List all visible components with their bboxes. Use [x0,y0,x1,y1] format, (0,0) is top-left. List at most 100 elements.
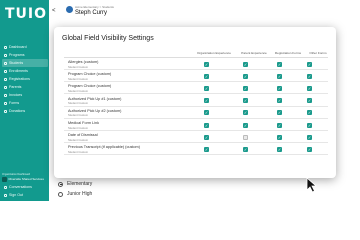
checkbox-checked[interactable]: ✓ [307,98,312,104]
checkbox-checked[interactable]: ✓ [277,134,282,140]
field-name: Authorized Pick Up #2 (custom) [68,108,122,113]
sidebar-item-label: Forms [9,101,20,105]
sidebar-item-dashboard[interactable]: Dashboard [2,43,48,51]
sidebar: TUIO Dashboard Programs Students Enrollm… [0,0,49,201]
sidebar-item-registrations[interactable]: Registrations [2,75,48,83]
radio-unselected-icon [58,191,63,197]
table-row: Date of DismissalStudent Custom ✓ ✓ ✓ ✓ [64,132,328,144]
checkbox-checked[interactable]: ✓ [204,73,209,79]
table-row: Program Choice (custom) Student Custom ✓ ✓ ✓… [64,71,328,83]
checkbox-checked[interactable]: ✓ [204,98,209,104]
sidebar-item-label: Sign Out [9,193,23,197]
checkbox-checked[interactable]: ✓ [243,110,248,116]
sidebar-nav: Dashboard Programs Students Enrollments … [2,43,48,115]
parents-icon [4,85,7,89]
checkbox-checked[interactable]: ✓ [243,61,248,67]
field-visibility-modal: Global Field Visibility Settings Organiz… [54,27,336,193]
sidebar-item-label: Students [9,61,24,65]
table-row: Authorized Pick Up #2 (custom) Student Cu… [64,108,328,119]
field-name: Program Choice (custom) [68,84,112,89]
checkbox-checked[interactable]: ✓ [204,134,209,140]
table-row: Program Choice (custom) Student Custom ✓ ✓ ✓… [64,83,328,95]
signout-icon [4,193,7,197]
checkbox-checked[interactable]: ✓ [307,73,312,79]
forms-icon [4,101,7,105]
invoices-icon [4,93,7,97]
sidebar-item-donations[interactable]: Donations [2,107,48,115]
checkbox-checked[interactable]: ✓ [307,85,312,91]
field-type: Student Custom [68,64,89,69]
checkbox-checked[interactable]: ✓ [243,98,248,104]
checkbox-checked[interactable]: ✓ [277,85,282,91]
sidebar-item-conversations[interactable]: Conversations [2,183,48,191]
radio-selected-icon [58,181,63,187]
checkbox-checked[interactable]: ✓ [204,122,209,128]
checkbox-checked[interactable]: ✓ [204,110,209,116]
checkbox-unchecked[interactable]: ✓ [243,134,248,140]
field-type: Student Custom [68,125,89,130]
radio-label: Junior High [67,191,93,197]
checkbox-checked[interactable]: ✓ [277,61,282,67]
sidebar-item-parents[interactable]: Parents [2,83,48,91]
donations-icon [4,109,7,113]
page-title: Steph Curry [75,10,108,16]
radio-elementary[interactable]: Elementary [58,181,92,187]
checkbox-checked[interactable]: ✓ [243,122,248,128]
table-row: Allergies (custom) Student Custom ✓ ✓ ✓ ✓ [64,59,328,70]
sidebar-item-enrollments[interactable]: Enrollments [2,67,48,75]
org-name: Riverside Shared Services [8,176,44,181]
field-type: Student Custom [68,137,89,142]
back-button[interactable]: < [52,8,56,14]
app-logo: TUIO [5,6,48,22]
field-type: Student Custom [68,149,89,154]
field-name: Allergies (custom) [68,60,99,64]
checkbox-checked[interactable]: ✓ [277,98,282,104]
checkbox-checked[interactable]: ✓ [307,122,312,128]
breadcrumb[interactable]: Acme Elementary > Students [75,5,114,9]
sidebar-item-label: Conversations [9,185,32,189]
sidebar-item-label: Dashboard [9,45,27,49]
field-name: Authorized Pick Up #1 (custom) [68,96,122,101]
checkbox-checked[interactable]: ✓ [243,146,248,152]
chat-icon [4,185,7,189]
checkbox-checked[interactable]: ✓ [307,61,312,67]
radio-junior-high[interactable]: Junior High [58,191,92,197]
programs-icon [4,53,7,57]
sidebar-item-programs[interactable]: Programs [2,51,48,59]
checkbox-checked[interactable]: ✓ [204,61,209,67]
checkbox-checked[interactable]: ✓ [277,110,282,116]
table-row: Previous Transcript (if applicable) (cus… [64,144,328,156]
checkbox-checked[interactable]: ✓ [277,122,282,128]
checkbox-checked[interactable]: ✓ [277,146,282,152]
table-row: Authorized Pick Up #1 (custom) Student Cu… [64,96,328,107]
sidebar-item-label: Donations [9,109,26,113]
field-type: Student Custom [68,113,89,118]
checkbox-checked[interactable]: ✓ [243,85,248,91]
sidebar-item-label: Enrollments [9,69,28,73]
field-type: Student Custom [68,101,89,106]
checkbox-checked[interactable]: ✓ [277,73,282,79]
checkbox-checked[interactable]: ✓ [204,146,209,152]
sidebar-item-students[interactable]: Students [2,59,48,67]
field-name: Medical Form Link [68,121,100,125]
org-label: Organization Dashboard [2,173,31,176]
field-name: Date of Dismissal [68,133,98,138]
checkbox-checked[interactable]: ✓ [307,110,312,116]
organization-switcher[interactable]: Organization Dashboard Riverside Shared … [2,173,48,182]
sidebar-item-sign-out[interactable]: Sign Out [2,191,48,199]
checkbox-checked[interactable]: ✓ [204,85,209,91]
column-header: Organization Experience [197,51,231,55]
sidebar-item-invoices[interactable]: Invoices [2,91,48,99]
students-icon [4,61,7,65]
checkbox-checked[interactable]: ✓ [243,73,248,79]
sidebar-item-label: Parents [9,85,22,89]
column-header: Other Forms [309,51,327,55]
org-logo [2,177,7,182]
checkbox-checked[interactable]: ✓ [307,134,312,140]
checkbox-checked[interactable]: ✓ [307,146,312,152]
mouse-cursor-icon [306,177,318,193]
radio-label: Elementary [67,181,93,187]
sidebar-item-label: Programs [9,53,25,57]
sidebar-item-forms[interactable]: Forms [2,99,48,107]
field-type: Student Custom [68,76,89,81]
